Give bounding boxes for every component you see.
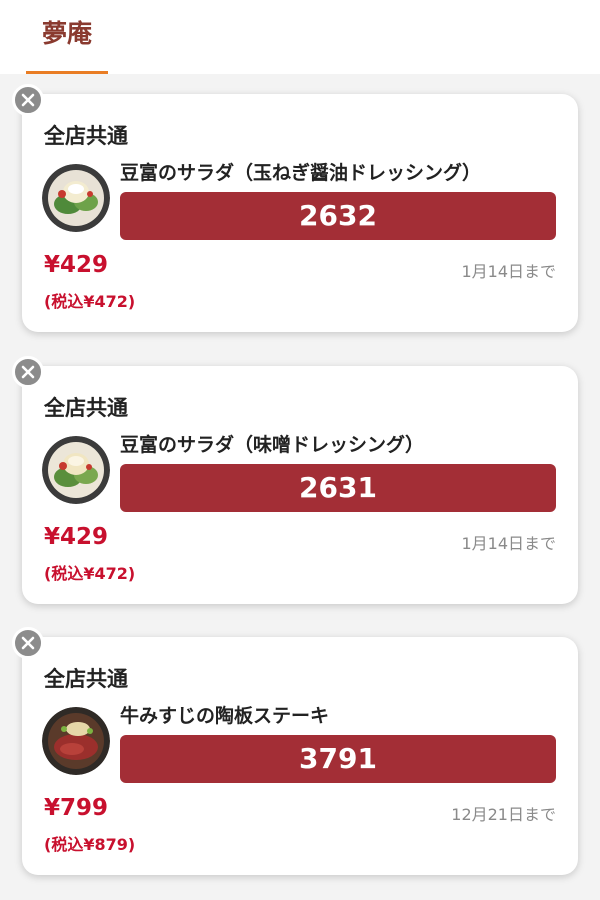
expiry-date: 1月14日まで [461,262,556,281]
price: ¥799 [44,795,109,821]
price: ¥429 [44,252,109,278]
expiry-date: 12月21日まで [451,805,556,824]
coupon-card[interactable]: 全店共通 豆富のサラダ（味噌ドレッシング） 2631 ¥429 (税込¥472)… [12,356,578,604]
price: ¥429 [44,524,109,550]
expiry-date: 1月14日まで [461,534,556,553]
close-icon[interactable] [12,84,44,116]
salad-icon [42,436,110,504]
item-name: 豆富のサラダ（玉ねぎ醤油ドレッシング） [120,162,482,184]
coupon-code: 2631 [120,464,556,512]
logo: 夢庵 [41,19,92,48]
salad-icon [42,164,110,232]
coupon-code: 3791 [120,735,556,783]
logo-tab[interactable]: 夢庵 [26,0,108,74]
price-tax-included: (税込¥472) [44,292,136,311]
coupon-scope: 全店共通 [44,124,128,148]
active-tab-indicator [26,71,108,74]
item-name: 牛みすじの陶板ステーキ [120,705,330,727]
coupon-card[interactable]: 全店共通 牛みすじの陶板ステーキ 3791 ¥799 (税込¥879) 12月2… [12,627,578,875]
coupon-code: 2632 [120,192,556,240]
coupon-scope: 全店共通 [44,396,128,420]
coupon-card[interactable]: 全店共通 豆富のサラダ（玉ねぎ醤油ドレッシング） 2632 ¥429 (税込¥4… [12,84,578,332]
steak-icon [42,707,110,775]
price-tax-included: (税込¥472) [44,564,136,583]
coupon-scope: 全店共通 [44,667,128,691]
close-icon[interactable] [12,627,44,659]
close-icon[interactable] [12,356,44,388]
item-name: 豆富のサラダ（味噌ドレッシング） [120,434,425,456]
price-tax-included: (税込¥879) [44,835,136,854]
top-bar: 夢庵 [0,0,600,74]
